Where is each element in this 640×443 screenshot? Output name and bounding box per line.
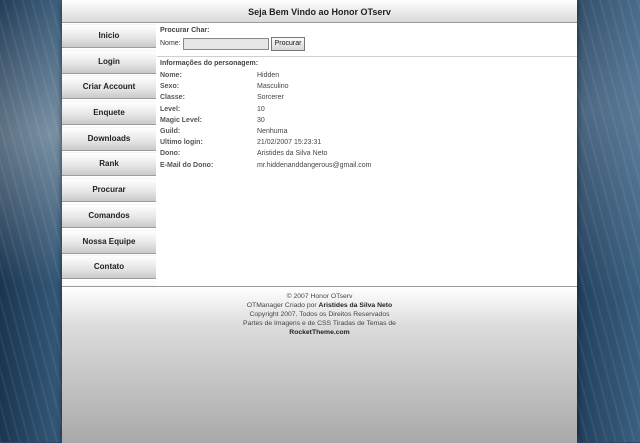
info-key: E-Mail do Dono: <box>160 161 214 169</box>
info-key: Level: <box>160 105 181 113</box>
info-key: Sexo: <box>160 83 180 91</box>
main-content: Procurar Char: Nome: Procurar Informaçõe… <box>157 24 577 286</box>
footer-rights: Copyright 2007. Todos os Direitos Reserv… <box>249 311 390 318</box>
footer-credit-author: Aristides da Silva Neto <box>318 302 393 309</box>
page-footer: © 2007 Honor OTserv OTManager Criado por… <box>62 286 577 443</box>
sidebar-nav: Inicio Login Criar Account Enquete Downl… <box>62 24 156 307</box>
info-value: Hidden <box>257 72 280 80</box>
table-row: Dono: Aristides da Silva Neto <box>160 148 372 159</box>
footer-theme-source[interactable]: RocketTheme.com <box>289 329 349 336</box>
owner-email: mr.hiddenanddangerous@gmail.com <box>257 161 372 169</box>
nav-item-enquete[interactable]: Enquete <box>62 101 156 126</box>
info-value: 30 <box>257 116 265 124</box>
character-info-table: Nome: Hidden Sexo: Masculino Classe: Sorcer… <box>160 70 372 171</box>
table-row: E-Mail do Dono: mr.hiddenanddangerous@gma… <box>160 160 372 171</box>
info-value: Sorcerer <box>257 94 284 102</box>
info-value: Aristides da Silva Neto <box>257 150 328 158</box>
nav-item-inicio[interactable]: Inicio <box>62 24 156 48</box>
nav-item-procurar[interactable]: Procurar <box>62 178 156 203</box>
table-row: Classe: Sorcerer <box>160 92 372 103</box>
section-divider <box>157 56 577 57</box>
search-form: Nome: Procurar <box>160 36 574 51</box>
table-row: Level: 10 <box>160 104 372 115</box>
page-title: Seja Bem Vindo ao Honor OTserv <box>248 7 391 17</box>
footer-credit: OTManager Criado por Aristides da Silva … <box>62 301 577 310</box>
info-key: Nome: <box>160 72 182 80</box>
info-value: Nenhuma <box>257 128 288 136</box>
search-input[interactable] <box>182 37 269 50</box>
nav-item-nossa-equipe[interactable]: Nossa Equipe <box>62 229 156 254</box>
nav-item-rank[interactable]: Rank <box>62 152 156 177</box>
info-key: Dono: <box>160 150 181 158</box>
info-key: Magic Level: <box>160 116 203 124</box>
info-value: 10 <box>257 105 265 113</box>
footer-credit-prefix: OTManager Criado por <box>246 302 317 309</box>
page-container: Seja Bem Vindo ao Honor OTserv Inicio Lo… <box>62 0 577 443</box>
info-key: Classe: <box>160 94 185 102</box>
info-key: Guild: <box>160 128 181 136</box>
search-title: Procurar Char: <box>160 27 210 34</box>
search-label: Nome: <box>160 40 181 47</box>
footer-theme-link[interactable]: RocketTheme.com <box>62 328 577 337</box>
table-row: Guild: Nenhuma <box>160 126 372 137</box>
nav-item-comandos[interactable]: Comandos <box>62 203 156 228</box>
table-row: Ultimo login: 21/02/2007 15:23:31 <box>160 137 372 148</box>
nav-item-criar-account[interactable]: Criar Account <box>62 75 156 100</box>
info-title: Informações do personagem: <box>160 60 259 67</box>
info-key: Ultimo login: <box>160 139 203 147</box>
nav-item-contato[interactable]: Contato <box>62 255 156 280</box>
page-header: Seja Bem Vindo ao Honor OTserv <box>62 0 577 23</box>
info-value: Masculino <box>257 83 289 91</box>
nav-item-downloads[interactable]: Downloads <box>62 126 156 151</box>
nav-item-login[interactable]: Login <box>62 49 156 74</box>
info-value: 21/02/2007 15:23:31 <box>257 139 322 147</box>
table-row: Nome: Hidden <box>160 70 372 81</box>
footer-copyright: © 2007 Honor OTserv <box>286 293 353 300</box>
footer-theme-note: Partes de Imagens e de CSS Tiradas de Te… <box>243 320 396 327</box>
table-row: Magic Level: 30 <box>160 115 372 126</box>
table-row: Sexo: Masculino <box>160 81 372 92</box>
search-button[interactable]: Procurar <box>270 36 306 51</box>
